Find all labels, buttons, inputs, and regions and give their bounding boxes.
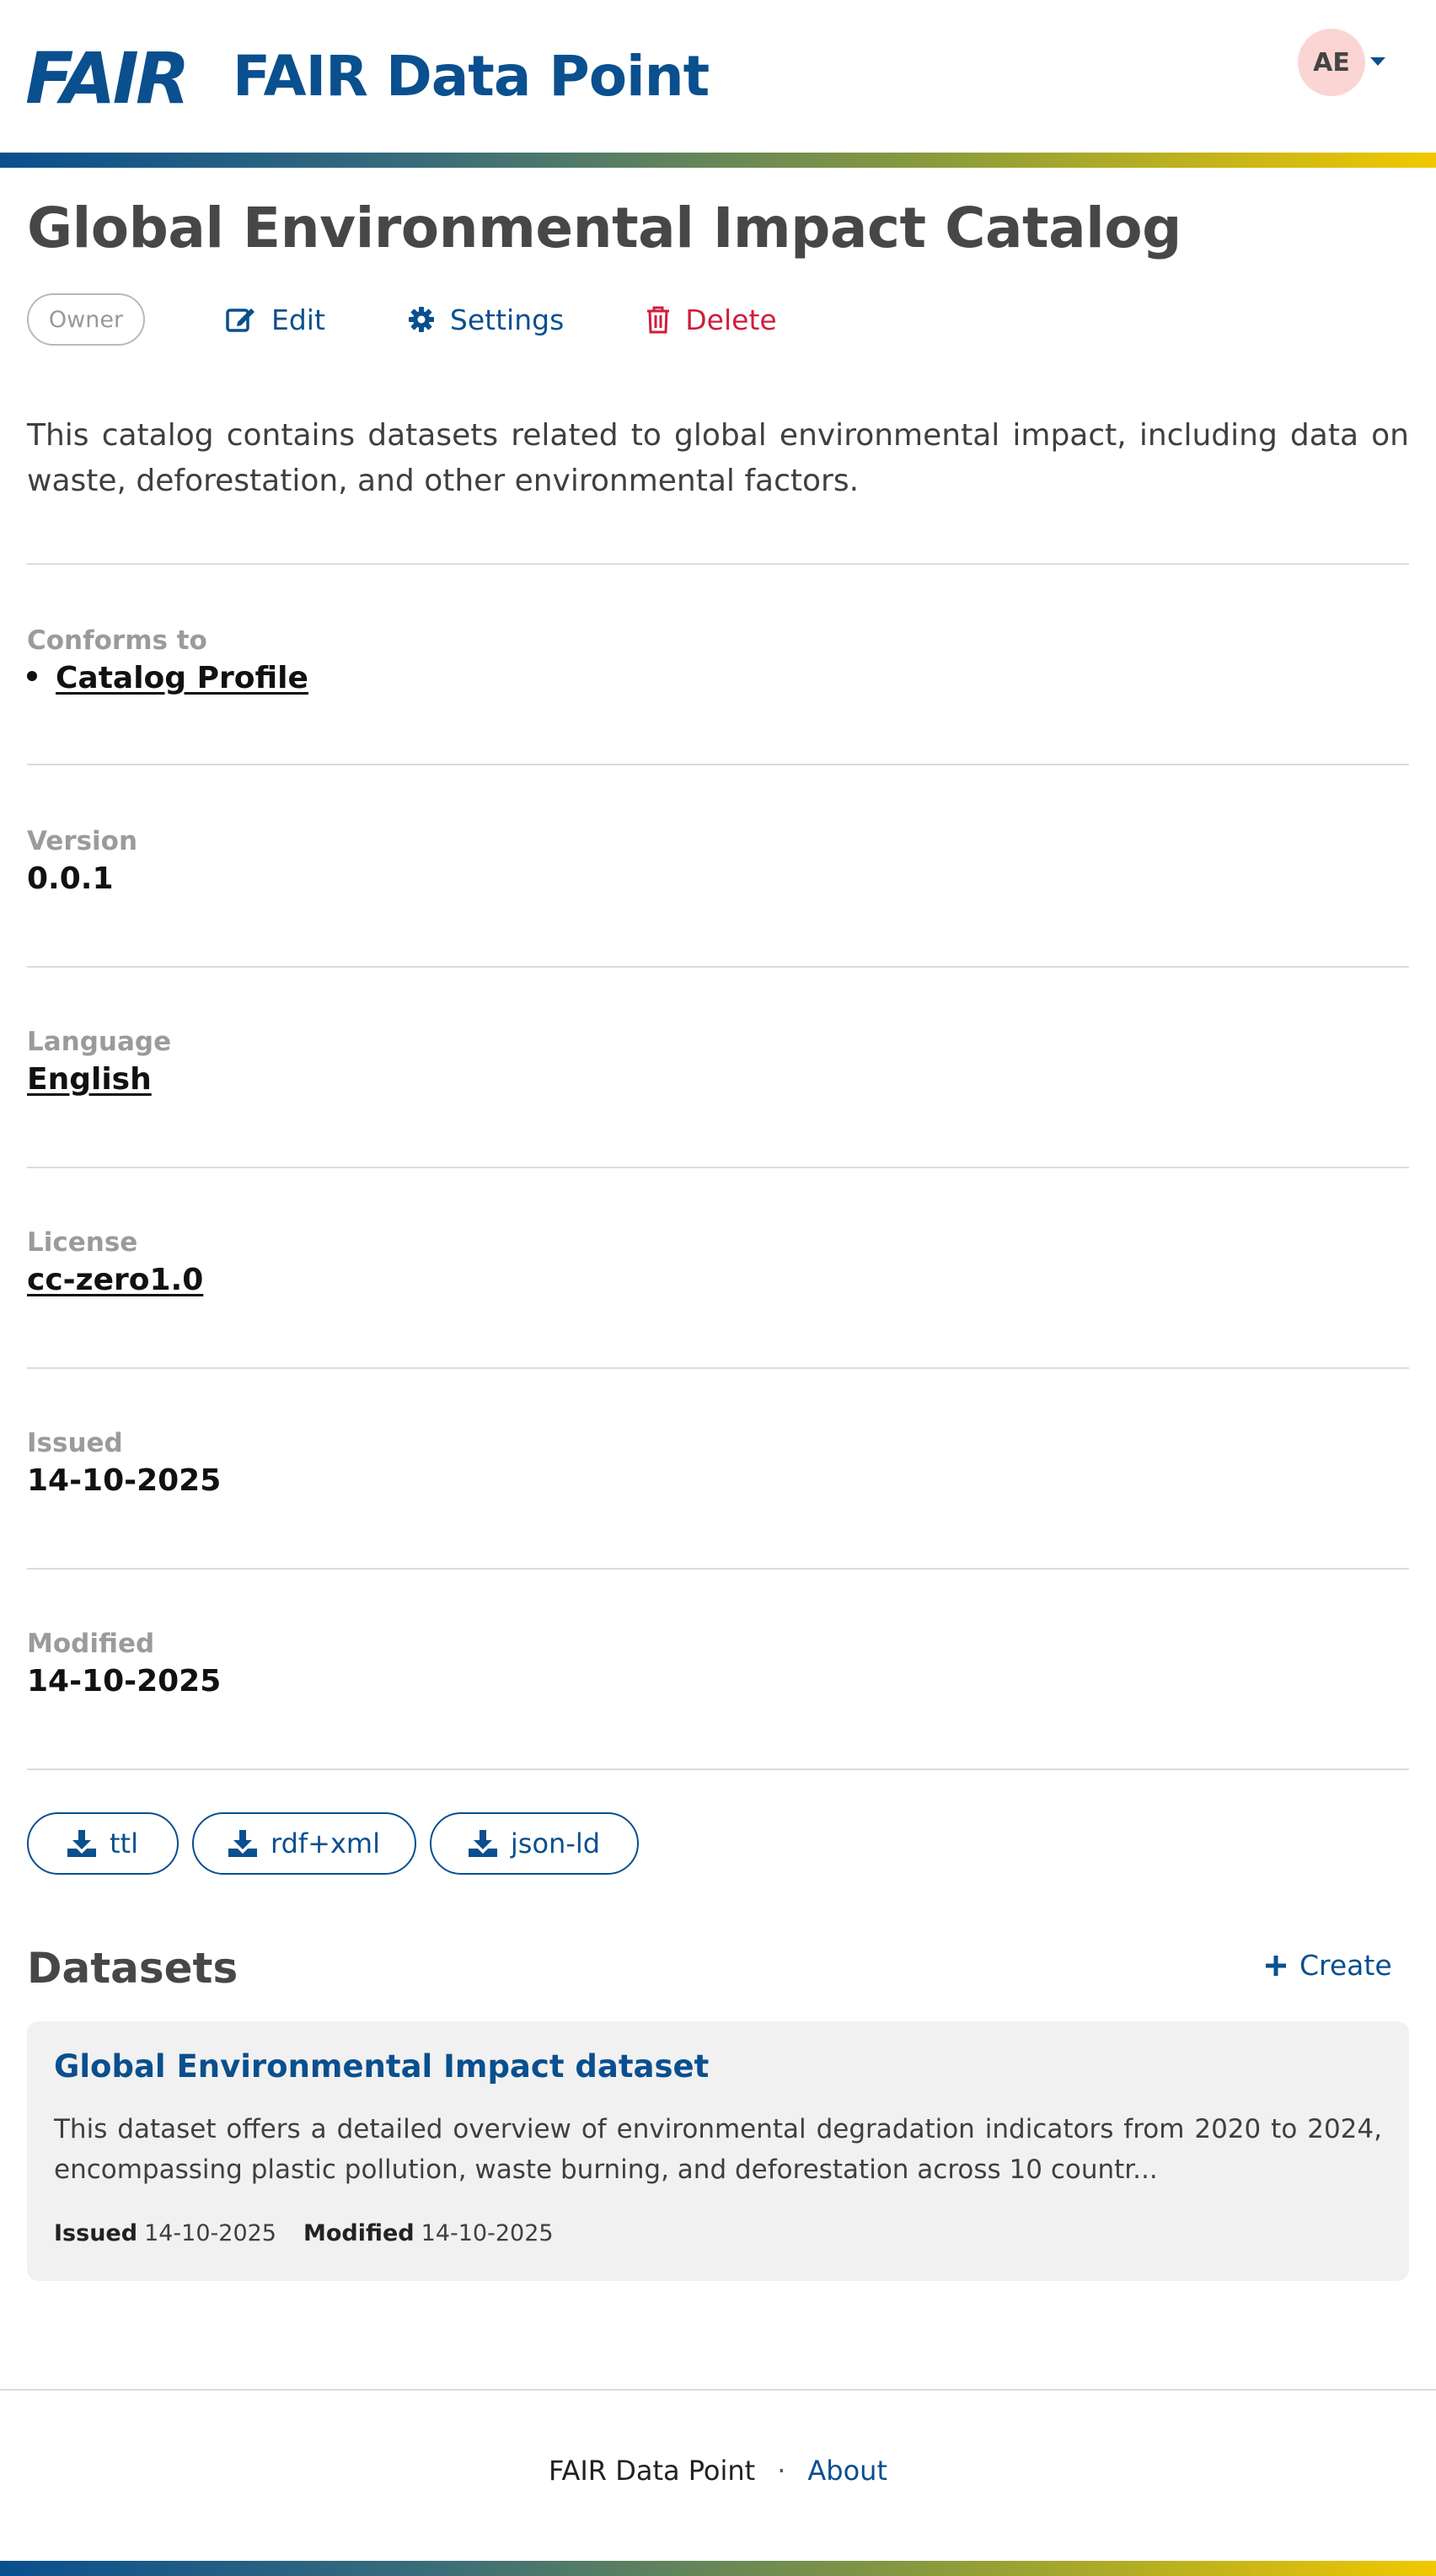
dataset-issued: Issued 14-10-2025 xyxy=(54,2220,276,2246)
conforms-to-list: Catalog Profile xyxy=(27,661,308,695)
divider xyxy=(27,1167,1409,1168)
dataset-modified: Modified 14-10-2025 xyxy=(303,2220,554,2246)
license-label: License xyxy=(27,1227,138,1258)
license-link[interactable]: cc-zero1.0 xyxy=(27,1263,203,1297)
language-link[interactable]: English xyxy=(27,1062,152,1097)
language-label: Language xyxy=(27,1027,172,1057)
owner-badge: Owner xyxy=(27,293,145,346)
gear-icon xyxy=(408,307,434,332)
create-dataset-button[interactable]: Create xyxy=(1264,1949,1392,1982)
settings-button[interactable]: Settings xyxy=(408,303,564,336)
version-label: Version xyxy=(27,826,138,856)
footer: FAIR Data Point · About xyxy=(0,2455,1436,2487)
download-buttons: ttl rdf+xml json-ld xyxy=(27,1812,652,1875)
chevron-down-icon[interactable] xyxy=(1370,57,1385,66)
trash-icon xyxy=(647,306,670,334)
about-link[interactable]: About xyxy=(807,2455,887,2487)
modified-label: Modified xyxy=(27,1629,155,1659)
download-rdfxml-label: rdf+xml xyxy=(271,1827,380,1860)
edit-label: Edit xyxy=(271,303,325,336)
version-value: 0.0.1 xyxy=(27,861,114,896)
download-ttl-label: ttl xyxy=(110,1827,138,1860)
dataset-modified-label: Modified xyxy=(303,2220,415,2246)
datasets-heading: Datasets xyxy=(27,1944,238,1993)
app-header: FAIR FAIR Data Point AE xyxy=(0,0,1436,152)
divider xyxy=(27,1768,1409,1770)
issued-value: 14-10-2025 xyxy=(27,1463,222,1498)
conforms-to-label: Conforms to xyxy=(27,625,207,656)
modified-value: 14-10-2025 xyxy=(27,1664,222,1699)
fair-logo[interactable]: FAIR xyxy=(27,46,192,105)
edit-icon xyxy=(226,309,255,332)
license-value: cc-zero1.0 xyxy=(27,1263,203,1297)
dataset-modified-value: 14-10-2025 xyxy=(421,2220,554,2246)
user-avatar[interactable]: AE xyxy=(1298,29,1365,96)
catalog-description: This catalog contains datasets related t… xyxy=(27,418,1409,498)
delete-label: Delete xyxy=(685,303,777,336)
download-icon xyxy=(468,1830,497,1857)
dataset-issued-value: 14-10-2025 xyxy=(144,2220,276,2246)
page-title: Global Environmental Impact Catalog xyxy=(27,196,1181,260)
app-title[interactable]: FAIR Data Point xyxy=(233,39,710,115)
language-value: English xyxy=(27,1062,152,1097)
plus-icon xyxy=(1266,1955,1286,1976)
footer-brand: FAIR Data Point xyxy=(548,2455,756,2487)
divider xyxy=(27,966,1409,968)
dataset-card: Global Environmental Impact dataset This… xyxy=(27,2021,1409,2281)
header-gradient-bar xyxy=(0,153,1436,168)
download-jsonld-label: json-ld xyxy=(510,1827,601,1860)
download-rdfxml-button[interactable]: rdf+xml xyxy=(192,1812,416,1875)
download-ttl-button[interactable]: ttl xyxy=(27,1812,179,1875)
edit-button[interactable]: Edit xyxy=(226,303,325,336)
create-label: Create xyxy=(1299,1949,1392,1982)
divider xyxy=(27,563,1409,565)
dataset-meta: Issued 14-10-2025 Modified 14-10-2025 xyxy=(54,2220,581,2246)
delete-button[interactable]: Delete xyxy=(646,303,777,336)
divider xyxy=(27,1568,1409,1570)
svg-text:FAIR: FAIR xyxy=(27,46,187,105)
issued-label: Issued xyxy=(27,1428,123,1458)
download-icon xyxy=(67,1830,96,1857)
bullet-icon xyxy=(27,671,37,681)
divider xyxy=(27,764,1409,765)
dataset-title-link[interactable]: Global Environmental Impact dataset xyxy=(54,2048,709,2085)
download-jsonld-button[interactable]: json-ld xyxy=(430,1812,639,1875)
download-icon xyxy=(228,1830,257,1857)
catalog-actions: Owner Edit Settings Delete xyxy=(27,293,860,346)
footer-separator: · xyxy=(777,2455,786,2487)
settings-label: Settings xyxy=(449,303,565,336)
footer-divider xyxy=(0,2389,1436,2391)
footer-gradient-bar xyxy=(0,2561,1436,2576)
dataset-description: This dataset offers a detailed overview … xyxy=(54,2114,1382,2185)
dataset-issued-label: Issued xyxy=(54,2220,138,2246)
conforms-to-link[interactable]: Catalog Profile xyxy=(56,661,308,695)
divider xyxy=(27,1367,1409,1369)
